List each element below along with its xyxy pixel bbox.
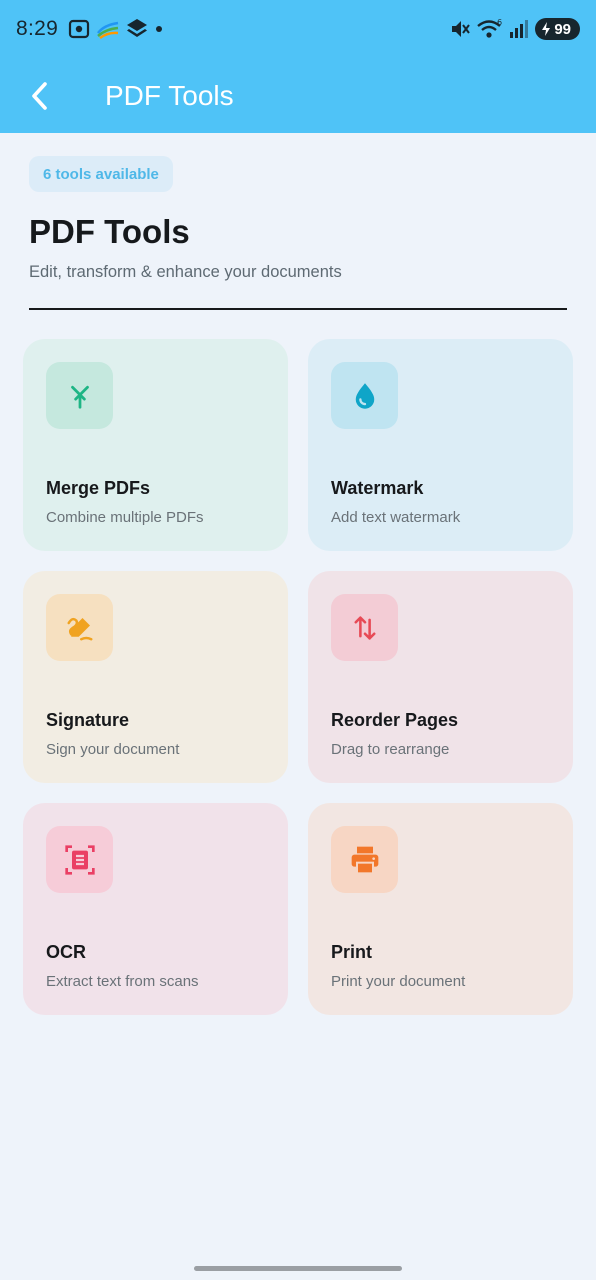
- back-button[interactable]: [0, 58, 80, 133]
- tool-description: Print your document: [331, 973, 466, 990]
- tool-description: Sign your document: [46, 741, 180, 758]
- tool-title: Watermark: [331, 478, 424, 498]
- app-bar: PDF Tools: [0, 58, 596, 133]
- swap-vertical-icon: [354, 615, 375, 640]
- tool-title: Print: [331, 942, 373, 962]
- tool-description: Extract text from scans: [46, 973, 199, 990]
- tool-description: Drag to rearrange: [331, 741, 450, 758]
- merge-icon: [70, 385, 89, 409]
- multicolor-app-icon: [97, 21, 119, 39]
- chevron-left-icon: [32, 81, 47, 110]
- document-scanner-icon: [64, 844, 95, 875]
- signature-icon: [67, 617, 92, 640]
- tool-description: Combine multiple PDFs: [46, 509, 204, 526]
- dot-icon: [156, 26, 163, 32]
- tool-card-watermark[interactable]: Watermark Add text watermark: [308, 339, 573, 551]
- water-drop-icon: [355, 382, 374, 409]
- tool-card-merge-pdfs[interactable]: Merge PDFs Combine multiple PDFs: [23, 339, 288, 551]
- layers-app-icon: [127, 19, 148, 37]
- tool-title: Signature: [46, 710, 130, 730]
- tool-title: Merge PDFs: [46, 478, 151, 498]
- tool-icon-box: [46, 594, 113, 661]
- page-subtitle: Edit, transform & enhance your documents: [29, 263, 342, 281]
- printer-icon: [351, 846, 378, 874]
- tool-description: Add text watermark: [331, 509, 461, 526]
- battery-level: 99: [554, 20, 571, 38]
- system-icons: 6 99: [449, 18, 580, 40]
- wifi-icon: 6: [477, 18, 502, 38]
- appbar-title: PDF Tools: [105, 79, 234, 111]
- tool-icon-box: [331, 826, 398, 893]
- charging-bolt-icon: [542, 22, 551, 36]
- screenshot-icon: [68, 19, 90, 39]
- tool-card-reorder-pages[interactable]: Reorder Pages Drag to rearrange: [308, 571, 573, 783]
- mute-icon: [452, 21, 471, 37]
- tool-icon-box: [46, 362, 113, 429]
- tool-icon-box: [46, 826, 113, 893]
- tool-title: Reorder Pages: [331, 710, 459, 730]
- tool-card-ocr[interactable]: OCR Extract text from scans: [23, 803, 288, 1015]
- notification-icons: [68, 18, 164, 40]
- tool-icon-box: [331, 362, 398, 429]
- tool-card-print[interactable]: Print Print your document: [308, 803, 573, 1015]
- app-header: 8:29 6 99 PDF Tools: [0, 0, 596, 133]
- svg-text:6: 6: [497, 18, 502, 27]
- status-bar: 8:29 6 99: [0, 0, 596, 58]
- page-title: PDF Tools: [29, 213, 190, 250]
- battery-icon: 99: [535, 18, 580, 40]
- tool-icon-box: [331, 594, 398, 661]
- status-time: 8:29: [16, 17, 59, 40]
- divider: [29, 308, 567, 310]
- tools-count-badge: 6 tools available: [29, 156, 173, 192]
- tool-card-signature[interactable]: Signature Sign your document: [23, 571, 288, 783]
- home-indicator[interactable]: [194, 1266, 402, 1271]
- tool-title: OCR: [46, 942, 86, 962]
- signal-icon: [510, 20, 529, 38]
